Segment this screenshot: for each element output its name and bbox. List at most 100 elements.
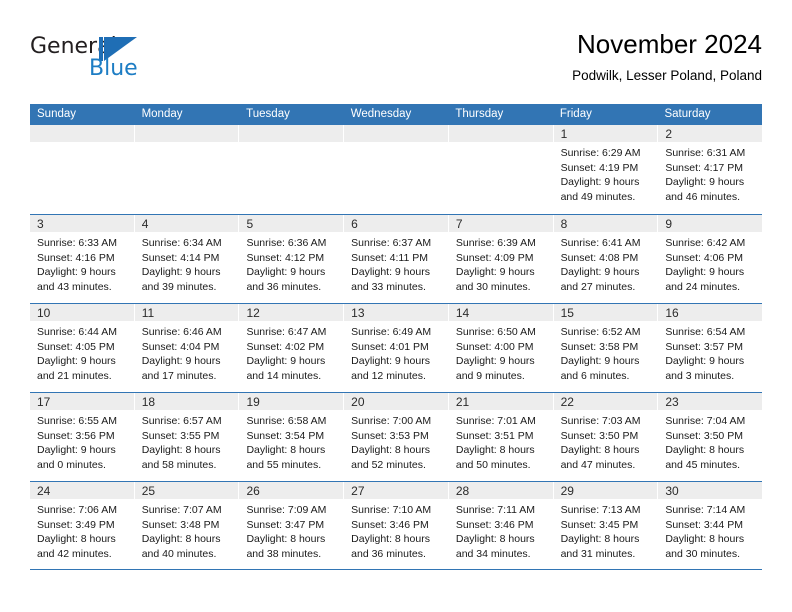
day-detail-line: and 3 minutes. [665, 369, 735, 382]
day-detail-list: Sunrise: 7:04 AM Sunset: 3:50 PM Daylight:… [658, 410, 762, 472]
day-detail-line: Sunrise: 6:46 AM [141, 326, 222, 338]
calendar-day-cell[interactable]: 5 Sunrise: 6:36 AM Sunset: 4:12 PM Daylight… [239, 215, 345, 303]
day-detail-list: Sunrise: 7:09 AM Sunset: 3:47 PM Daylight:… [239, 499, 343, 561]
calendar-day-cell-empty [239, 125, 345, 214]
day-detail-line: and 30 minutes. [665, 547, 741, 560]
calendar-day-cell[interactable]: 6 Sunrise: 6:37 AM Sunset: 4:11 PM Daylight… [344, 215, 449, 303]
day-number-band [134, 125, 239, 142]
day-detail-line: Sunrise: 7:01 AM [455, 415, 536, 427]
weekday-header-sunday: Sunday [37, 108, 77, 120]
day-detail-list: Sunrise: 7:13 AM Sunset: 3:45 PM Daylight:… [554, 499, 658, 561]
weekday-header-friday: Friday [559, 108, 592, 120]
day-number-band: 1 [553, 125, 658, 142]
day-detail-line: Sunset: 3:55 PM [141, 429, 220, 442]
calendar-day-cell[interactable]: 15 Sunrise: 6:52 AM Sunset: 3:58 PM Dayligh… [553, 304, 659, 392]
calendar-day-cell[interactable]: 24 Sunrise: 7:06 AM Sunset: 3:49 PM Dayligh… [30, 482, 135, 569]
day-detail-line: and 34 minutes. [455, 547, 531, 560]
calendar-day-cell[interactable]: 28 Sunrise: 7:11 AM Sunset: 3:46 PM Dayligh… [448, 482, 554, 569]
calendar-day-cell[interactable]: 19 Sunrise: 6:58 AM Sunset: 3:54 PM Dayligh… [239, 393, 345, 481]
day-detail-line: Sunset: 4:00 PM [455, 340, 534, 353]
calendar-day-cell[interactable]: 17 Sunrise: 6:55 AM Sunset: 3:56 PM Dayligh… [30, 393, 135, 481]
day-number-band: 15 [553, 304, 658, 321]
day-detail-list: Sunrise: 6:50 AM Sunset: 4:00 PM Daylight:… [449, 321, 553, 383]
calendar-day-cell[interactable]: 7 Sunrise: 6:39 AM Sunset: 4:09 PM Daylight… [448, 215, 554, 303]
calendar-day-cell[interactable]: 18 Sunrise: 6:57 AM Sunset: 3:55 PM Dayligh… [134, 393, 240, 481]
day-detail-line: Daylight: 9 hours [560, 355, 640, 367]
weekday-header-thursday: Thursday [455, 108, 504, 120]
calendar-day-cell[interactable]: 30 Sunrise: 7:14 AM Sunset: 3:44 PM Dayligh… [658, 482, 763, 569]
calendar-day-cell[interactable]: 29 Sunrise: 7:13 AM Sunset: 3:45 PM Dayligh… [553, 482, 659, 569]
day-detail-line: Sunrise: 6:44 AM [37, 326, 117, 338]
calendar-day-cell[interactable]: 23 Sunrise: 7:04 AM Sunset: 3:50 PM Dayligh… [658, 393, 763, 481]
day-number-band: 26 [239, 482, 344, 499]
day-detail-line: Daylight: 9 hours [141, 266, 221, 278]
calendar-day-cell[interactable]: 9 Sunrise: 6:42 AM Sunset: 4:06 PM Daylight… [658, 215, 763, 303]
day-detail-line: and 45 minutes. [665, 458, 741, 471]
calendar-day-cell[interactable]: 25 Sunrise: 7:07 AM Sunset: 3:48 PM Dayligh… [134, 482, 240, 569]
general-blue-logo[interactable]: General Blue [30, 34, 250, 86]
day-detail-line: Sunset: 4:19 PM [560, 161, 639, 174]
calendar-day-cell[interactable]: 3 Sunrise: 6:33 AM Sunset: 4:16 PM Daylight… [30, 215, 135, 303]
calendar-day-cell[interactable]: 11 Sunrise: 6:46 AM Sunset: 4:04 PM Dayligh… [134, 304, 240, 392]
day-detail-line: Daylight: 9 hours [665, 176, 745, 188]
calendar-day-cell[interactable]: 1 Sunrise: 6:29 AM Sunset: 4:19 PM Daylight… [553, 125, 659, 214]
day-detail-list: Sunrise: 6:54 AM Sunset: 3:57 PM Daylight:… [658, 321, 762, 383]
calendar-day-cell[interactable]: 2 Sunrise: 6:31 AM Sunset: 4:17 PM Daylight… [658, 125, 763, 214]
calendar-day-cell[interactable]: 21 Sunrise: 7:01 AM Sunset: 3:51 PM Dayligh… [448, 393, 554, 481]
day-number: 15 [560, 306, 574, 320]
calendar-day-cell[interactable]: 4 Sunrise: 6:34 AM Sunset: 4:14 PM Daylight… [134, 215, 240, 303]
day-detail-line: Sunrise: 6:49 AM [351, 326, 432, 338]
day-detail-line: Daylight: 8 hours [560, 444, 640, 456]
day-detail-line: and 21 minutes. [37, 369, 112, 382]
day-detail-line: Sunset: 4:12 PM [246, 251, 325, 264]
day-detail-list: Sunrise: 6:34 AM Sunset: 4:14 PM Daylight:… [135, 232, 239, 294]
day-detail-line: and 49 minutes. [560, 190, 636, 203]
day-detail-line: Sunset: 3:50 PM [665, 429, 743, 442]
day-number: 25 [141, 484, 156, 498]
day-detail-list: Sunrise: 6:33 AM Sunset: 4:16 PM Daylight:… [30, 232, 134, 294]
day-number-band: 9 [658, 215, 763, 232]
calendar-day-cell[interactable]: 27 Sunrise: 7:10 AM Sunset: 3:46 PM Dayligh… [344, 482, 449, 569]
calendar-day-cell[interactable]: 12 Sunrise: 6:47 AM Sunset: 4:02 PM Dayligh… [239, 304, 345, 392]
day-detail-line: and 24 minutes. [665, 280, 741, 293]
calendar-day-cell[interactable]: 14 Sunrise: 6:50 AM Sunset: 4:00 PM Dayligh… [448, 304, 554, 392]
day-number-band: 11 [134, 304, 239, 321]
calendar-day-cell[interactable]: 20 Sunrise: 7:00 AM Sunset: 3:53 PM Dayligh… [344, 393, 449, 481]
day-detail-line: Sunset: 3:47 PM [246, 518, 325, 531]
page-title: November 2024 [577, 29, 762, 59]
day-detail-line: Sunset: 4:06 PM [665, 251, 743, 264]
calendar-day-cell[interactable]: 26 Sunrise: 7:09 AM Sunset: 3:47 PM Dayligh… [239, 482, 345, 569]
day-detail-list: Sunrise: 7:03 AM Sunset: 3:50 PM Daylight:… [554, 410, 658, 472]
day-detail-line: Sunset: 3:44 PM [665, 518, 743, 531]
day-detail-list [449, 142, 553, 146]
day-detail-line: Sunset: 3:57 PM [665, 340, 743, 353]
day-detail-line: Sunset: 4:05 PM [37, 340, 115, 353]
day-detail-line: Sunset: 3:56 PM [37, 429, 115, 442]
day-detail-list: Sunrise: 6:39 AM Sunset: 4:09 PM Daylight:… [449, 232, 553, 294]
calendar-day-cell[interactable]: 10 Sunrise: 6:44 AM Sunset: 4:05 PM Dayligh… [30, 304, 135, 392]
day-detail-line: and 50 minutes. [455, 458, 531, 471]
day-detail-list: Sunrise: 6:44 AM Sunset: 4:05 PM Daylight:… [30, 321, 134, 383]
day-detail-line: Sunrise: 6:29 AM [560, 147, 641, 159]
calendar-day-cell[interactable]: 22 Sunrise: 7:03 AM Sunset: 3:50 PM Dayligh… [553, 393, 659, 481]
day-number-band: 12 [239, 304, 344, 321]
day-detail-line: Sunset: 4:14 PM [141, 251, 220, 264]
day-detail-line: Sunset: 3:46 PM [351, 518, 429, 531]
day-detail-line: Sunset: 4:08 PM [560, 251, 639, 264]
calendar-week-row: 3 Sunrise: 6:33 AM Sunset: 4:16 PM Daylight… [30, 214, 763, 303]
day-number: 10 [37, 306, 51, 320]
day-detail-line: Sunrise: 7:03 AM [560, 415, 641, 427]
calendar-day-cell[interactable]: 8 Sunrise: 6:41 AM Sunset: 4:08 PM Daylight… [553, 215, 659, 303]
calendar-day-cell[interactable]: 16 Sunrise: 6:54 AM Sunset: 3:57 PM Dayligh… [658, 304, 763, 392]
day-detail-list: Sunrise: 6:36 AM Sunset: 4:12 PM Daylight:… [239, 232, 343, 294]
day-detail-list [344, 142, 448, 146]
day-number-band: 17 [30, 393, 134, 410]
calendar-day-cell[interactable]: 13 Sunrise: 6:49 AM Sunset: 4:01 PM Dayligh… [344, 304, 449, 392]
day-number: 30 [665, 484, 679, 498]
day-detail-line: Daylight: 8 hours [351, 533, 430, 545]
day-detail-line: Daylight: 9 hours [351, 355, 430, 367]
day-detail-line: and 38 minutes. [246, 547, 322, 560]
day-detail-line: Daylight: 9 hours [665, 355, 745, 367]
day-number-band: 13 [344, 304, 448, 321]
day-detail-list: Sunrise: 6:57 AM Sunset: 3:55 PM Daylight:… [135, 410, 239, 472]
